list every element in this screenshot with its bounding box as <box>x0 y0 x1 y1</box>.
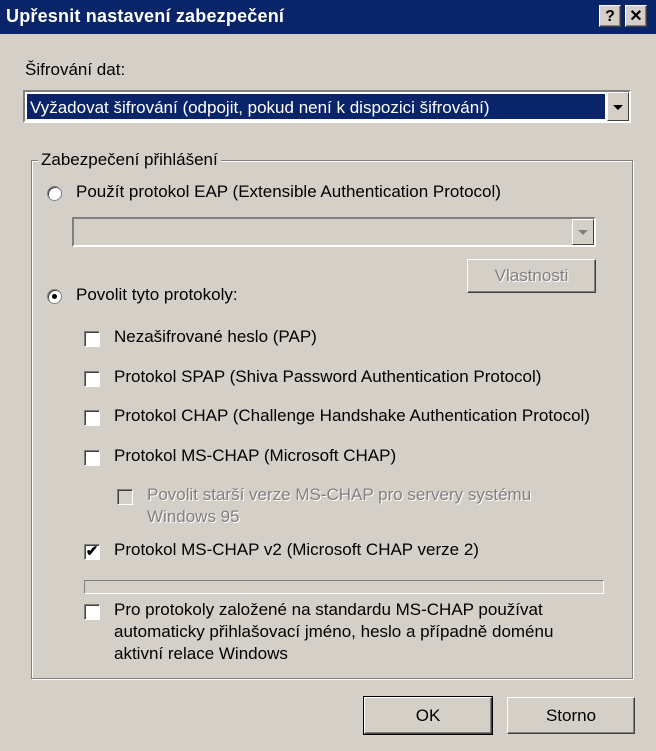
mschap-label[interactable]: Protokol MS-CHAP (Microsoft CHAP) <box>114 446 396 466</box>
chevron-down-icon <box>578 230 588 235</box>
encryption-label: Šifrování dat: <box>25 60 126 79</box>
checkmark-icon: ✔ <box>85 543 99 560</box>
eap-radio-label[interactable]: Použít protokol EAP (Extensible Authenti… <box>76 182 501 202</box>
allow-protocols-label[interactable]: Povolit tyto protokoly: <box>76 285 238 305</box>
win95-label-line1[interactable]: Povolit starší verze MS-CHAP pro servery… <box>147 485 531 505</box>
separator-slot <box>84 580 604 594</box>
eap-radio[interactable] <box>47 186 62 201</box>
encryption-dropdown-button[interactable] <box>607 92 629 121</box>
eap-dropdown-button[interactable] <box>572 219 594 245</box>
encryption-select[interactable]: Vyžadovat šifrování (odpojit, pokud není… <box>23 90 631 123</box>
spap-checkbox[interactable] <box>84 371 100 387</box>
window-title: Upřesnit nastavení zabezpečení <box>6 6 285 26</box>
auto-logon-label-line1[interactable]: Pro protokoly založené na standardu MS-C… <box>114 600 543 620</box>
logon-security-legend: Zabezpečení přihlášení <box>38 150 221 170</box>
chevron-down-icon <box>613 104 623 110</box>
mschapv2-label[interactable]: Protokol MS-CHAP v2 (Microsoft CHAP verz… <box>114 540 479 560</box>
auto-logon-label-line2[interactable]: automaticky přihlašovací jméno, heslo a … <box>114 622 553 642</box>
mschap-checkbox[interactable] <box>84 450 100 466</box>
cancel-button[interactable]: Storno <box>507 697 635 734</box>
help-button[interactable]: ? <box>599 5 621 27</box>
chap-checkbox[interactable] <box>84 410 100 426</box>
eap-type-select[interactable] <box>72 217 596 247</box>
properties-button[interactable]: Vlastnosti <box>467 259 596 293</box>
encryption-selected-value: Vyžadovat šifrování (odpojit, pokud není… <box>27 94 605 119</box>
allow-protocols-radio[interactable] <box>47 289 62 304</box>
win95-label-line2[interactable]: Windows 95 <box>147 507 240 527</box>
radio-selected-dot <box>52 294 57 299</box>
pap-label[interactable]: Nezašifrované heslo (PAP) <box>114 327 317 347</box>
auto-logon-label-line3[interactable]: aktivní relace Windows <box>114 644 288 664</box>
mschapv2-checkbox[interactable]: ✔ <box>84 544 100 560</box>
win95-checkbox[interactable] <box>117 489 133 505</box>
auto-logon-checkbox[interactable] <box>84 604 100 620</box>
chap-label[interactable]: Protokol CHAP (Challenge Handshake Authe… <box>114 406 590 426</box>
title-bar[interactable]: Upřesnit nastavení zabezpečení ? ✕ <box>0 0 656 34</box>
ok-button[interactable]: OK <box>363 696 493 735</box>
spap-label[interactable]: Protokol SPAP (Shiva Password Authentica… <box>114 367 541 387</box>
pap-checkbox[interactable] <box>84 331 100 347</box>
close-button[interactable]: ✕ <box>625 5 647 27</box>
